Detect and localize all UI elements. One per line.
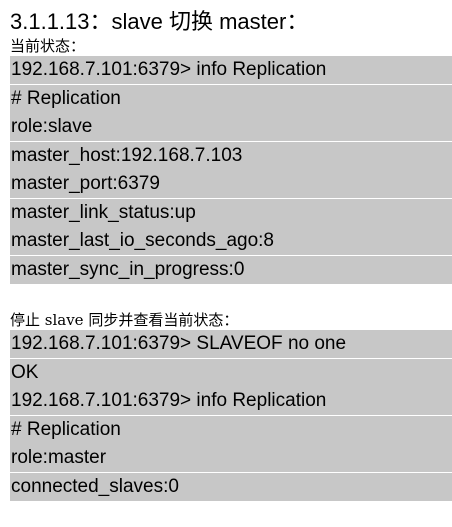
code-block-current-state: 192.168.7.101:6379> info Replication # R…	[10, 56, 452, 284]
code-line: master_last_io_seconds_ago:8	[10, 227, 452, 255]
code-line: OK	[10, 358, 452, 387]
stop-sync-label: 停止 slave 同步并查看当前状态：	[10, 311, 239, 329]
document-page: 3.1.1.13：slave 切换 master： 当前状态： 192.168.…	[10, 8, 452, 501]
section-heading: 3.1.1.13：slave 切换 master：	[10, 9, 309, 34]
code-line: role:slave	[10, 113, 452, 141]
code-line: 192.168.7.101:6379> info Replication	[10, 56, 452, 84]
code-line: 192.168.7.101:6379> info Replication	[10, 387, 452, 415]
code-line: master_host:192.168.7.103	[10, 141, 452, 170]
current-state-label: 当前状态：	[10, 37, 86, 55]
code-line: connected_slaves:0	[10, 472, 452, 501]
code-line: # Replication	[10, 84, 452, 113]
code-line: role:master	[10, 444, 452, 472]
code-line: master_link_status:up	[10, 198, 452, 227]
code-line: master_sync_in_progress:0	[10, 255, 452, 284]
code-line: master_port:6379	[10, 170, 452, 198]
code-line: # Replication	[10, 415, 452, 444]
code-block-stop-sync: 192.168.7.101:6379> SLAVEOF no one OK 19…	[10, 330, 452, 501]
code-line: 192.168.7.101:6379> SLAVEOF no one	[10, 330, 452, 358]
